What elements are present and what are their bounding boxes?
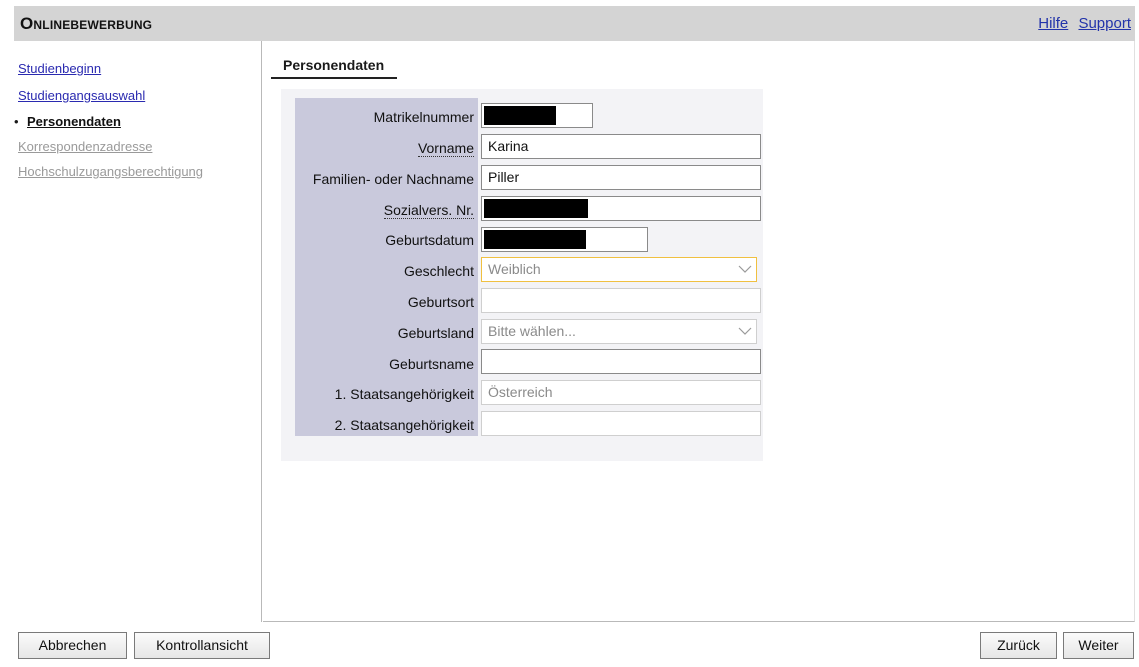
sidebar-item-hochschulzugangsberechtigung: Hochschulzugangsberechtigung — [18, 164, 203, 179]
sidebar-item-personendaten[interactable]: • Personendaten — [14, 114, 121, 129]
sidebar-item-korrespondenzadresse: Korrespondenzadresse — [18, 139, 152, 154]
app-title: Onlinebewerbung — [20, 14, 153, 33]
personal-data-form: Matrikelnummer Vorname Familien- oder Na… — [281, 89, 763, 461]
staatsangehoerigkeit-2-input[interactable] — [481, 411, 761, 436]
vorname-input[interactable]: Karina — [481, 134, 761, 159]
geburtsdatum-input[interactable] — [481, 227, 648, 252]
header-links: Hilfe Support — [1032, 15, 1131, 32]
control-view-button[interactable]: Kontrollansicht — [134, 632, 270, 659]
geschlecht-value: Weiblich — [488, 261, 541, 277]
back-button[interactable]: Zurück — [980, 632, 1057, 659]
sidebar-item-label[interactable]: Studienbeginn — [18, 61, 101, 76]
label-staatsangehoerigkeit-1: 1. Staatsangehörigkeit — [334, 386, 474, 402]
geburtsname-input[interactable] — [481, 349, 761, 374]
label-column: Matrikelnummer Vorname Familien- oder Na… — [295, 98, 478, 436]
label-matrikelnummer: Matrikelnummer — [373, 109, 474, 125]
sidebar-item-label: Hochschulzugangsberechtigung — [18, 164, 204, 179]
redaction-bar — [484, 230, 586, 249]
sozialvers-input[interactable] — [481, 196, 761, 221]
app-header: Onlinebewerbung Hilfe Support — [14, 6, 1135, 41]
sidebar-item-label[interactable]: Personendaten — [27, 114, 121, 129]
label-geburtsort: Geburtsort — [407, 294, 474, 310]
label-geschlecht: Geschlecht — [403, 263, 474, 279]
label-staatsangehoerigkeit-2: 2. Staatsangehörigkeit — [334, 417, 474, 433]
main-content: Personendaten Matrikelnummer Vorname Fam… — [263, 41, 1135, 622]
staatsangehoerigkeit-1-input[interactable]: Österreich — [481, 380, 761, 405]
support-link[interactable]: Support — [1078, 15, 1131, 32]
nachname-input[interactable]: Piller — [481, 165, 761, 190]
sidebar-nav: Studienbeginn Studiengangsauswahl • Perso… — [14, 41, 262, 622]
label-geburtsname: Geburtsname — [389, 356, 474, 372]
geburtsort-input[interactable] — [481, 288, 761, 313]
sidebar-item-studienbeginn[interactable]: Studienbeginn — [18, 61, 101, 76]
chevron-down-icon — [738, 265, 752, 273]
current-bullet-icon: • — [14, 114, 19, 129]
matrikelnummer-input[interactable] — [481, 103, 593, 128]
cancel-button[interactable]: Abbrechen — [18, 632, 127, 659]
label-nachname: Familien- oder Nachname — [312, 171, 474, 187]
geburtsland-select[interactable]: Bitte wählen... — [481, 319, 757, 344]
label-geburtsdatum: Geburtsdatum — [385, 232, 474, 248]
help-link[interactable]: Hilfe — [1038, 15, 1068, 32]
next-button[interactable]: Weiter — [1063, 632, 1134, 659]
label-sozialvers: Sozialvers. Nr. — [383, 202, 474, 219]
geschlecht-select[interactable]: Weiblich — [481, 257, 757, 282]
chevron-down-icon — [738, 327, 752, 335]
label-vorname: Vorname — [417, 140, 474, 157]
label-geburtsland: Geburtsland — [397, 325, 474, 341]
sidebar-item-label: Korrespondenzadresse — [18, 139, 153, 154]
geburtsland-value: Bitte wählen... — [488, 323, 576, 339]
redaction-bar — [484, 199, 588, 218]
sidebar-item-label[interactable]: Studiengangsauswahl — [18, 88, 145, 103]
sidebar-item-studiengangsauswahl[interactable]: Studiengangsauswahl — [18, 88, 145, 103]
redaction-bar — [484, 106, 556, 125]
section-title: Personendaten — [271, 57, 397, 79]
